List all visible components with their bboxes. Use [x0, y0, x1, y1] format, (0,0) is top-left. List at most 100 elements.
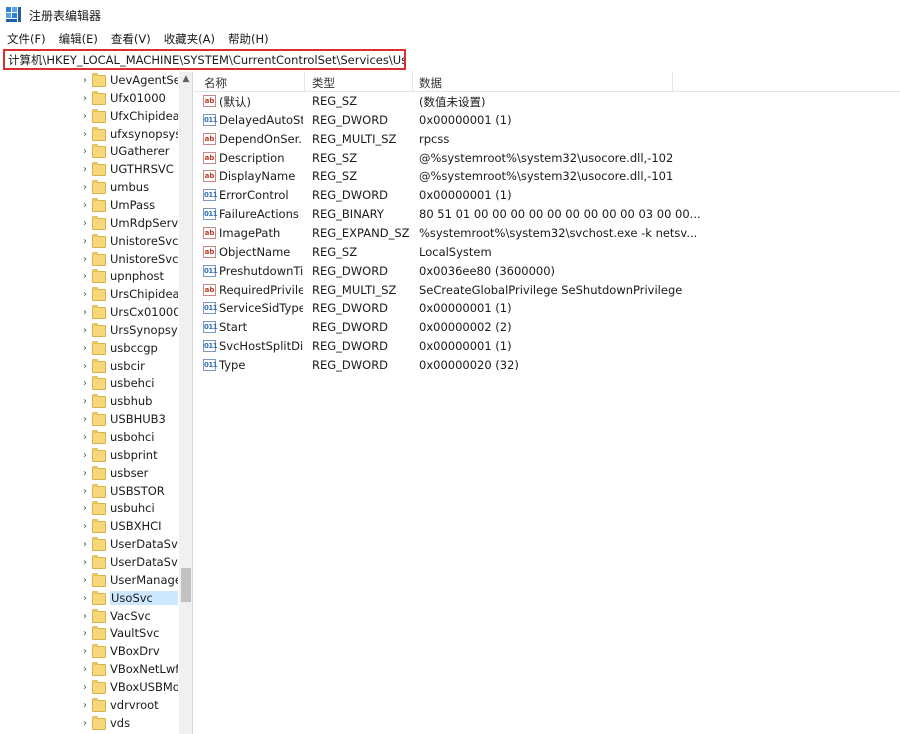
expand-chevron-icon[interactable]: ›: [80, 93, 90, 105]
value-row[interactable]: ab DependOnSer... REG_MULTI_SZ rpcss: [194, 130, 900, 148]
tree-scrollbar[interactable]: ▲: [179, 72, 192, 734]
expand-chevron-icon[interactable]: ›: [80, 200, 90, 212]
value-row[interactable]: 011 Start REG_DWORD 0x00000002 (2): [194, 318, 900, 336]
tree-item[interactable]: › ufxsynopsys: [0, 126, 180, 144]
column-divider[interactable]: [304, 72, 305, 92]
tree-item[interactable]: › UmRdpServic: [0, 215, 180, 233]
expand-chevron-icon[interactable]: ›: [80, 164, 90, 176]
tree-item[interactable]: › usbohci: [0, 429, 180, 447]
tree-item[interactable]: › UserDataSvc: [0, 536, 180, 554]
tree-item[interactable]: › usbccgp: [0, 340, 180, 358]
tree-item[interactable]: › UsoSvc: [0, 590, 180, 608]
expand-chevron-icon[interactable]: ›: [80, 414, 90, 426]
menu-help[interactable]: 帮助(H): [228, 31, 269, 47]
tree-item[interactable]: › usbser: [0, 465, 180, 483]
expand-chevron-icon[interactable]: ›: [80, 593, 90, 605]
scroll-up-icon[interactable]: ▲: [179, 72, 192, 86]
expand-chevron-icon[interactable]: ›: [80, 361, 90, 373]
value-row[interactable]: ab ImagePath REG_EXPAND_SZ %systemroot%\sys…: [194, 224, 900, 242]
tree-item[interactable]: › UrsSynopsys: [0, 322, 180, 340]
column-header-name[interactable]: 名称: [204, 75, 227, 91]
tree-item[interactable]: › vds: [0, 715, 180, 733]
expand-chevron-icon[interactable]: ›: [80, 289, 90, 301]
tree-item[interactable]: › usbuhci: [0, 500, 180, 518]
expand-chevron-icon[interactable]: ›: [80, 129, 90, 141]
expand-chevron-icon[interactable]: ›: [80, 450, 90, 462]
tree-item[interactable]: › UmPass: [0, 197, 180, 215]
tree-item[interactable]: › UrsChipidea: [0, 286, 180, 304]
tree-item[interactable]: › usbcir: [0, 358, 180, 376]
expand-chevron-icon[interactable]: ›: [80, 236, 90, 248]
column-divider[interactable]: [412, 72, 413, 92]
expand-chevron-icon[interactable]: ›: [80, 664, 90, 676]
column-header-data[interactable]: 数据: [419, 75, 442, 91]
expand-chevron-icon[interactable]: ›: [80, 575, 90, 587]
key-tree-pane[interactable]: › vds › vdrvroot › VBoxUSBMo › VBoxNetLwf › VBoxD…: [0, 72, 193, 734]
tree-item[interactable]: › UfxChipidea: [0, 108, 180, 126]
tree-item[interactable]: › VaultSvc: [0, 625, 180, 643]
tree-item[interactable]: › vdrvroot: [0, 697, 180, 715]
expand-chevron-icon[interactable]: ›: [80, 468, 90, 480]
tree-item[interactable]: › USBSTOR: [0, 483, 180, 501]
value-row[interactable]: 011 Type REG_DWORD 0x00000020 (32): [194, 356, 900, 374]
expand-chevron-icon[interactable]: ›: [80, 646, 90, 658]
tree-item[interactable]: › UevAgentSer: [0, 72, 180, 90]
value-row[interactable]: ab (默认) REG_SZ (数值未设置): [194, 92, 900, 110]
value-row[interactable]: 011 ErrorControl REG_DWORD 0x00000001 (1): [194, 186, 900, 204]
expand-chevron-icon[interactable]: ›: [80, 271, 90, 283]
expand-chevron-icon[interactable]: ›: [80, 307, 90, 319]
tree-item[interactable]: › usbehci: [0, 375, 180, 393]
value-row[interactable]: ab Description REG_SZ @%systemroot%\system3…: [194, 149, 900, 167]
tree-item[interactable]: › USBXHCI: [0, 518, 180, 536]
expand-chevron-icon[interactable]: ›: [80, 503, 90, 515]
tree-item[interactable]: › VacSvc: [0, 608, 180, 626]
tree-item[interactable]: › VBoxUSBMo: [0, 679, 180, 697]
value-row[interactable]: 011 FailureActions REG_BINARY 80 51 01 00 0…: [194, 205, 900, 223]
tree-item[interactable]: › UnistoreSvc: [0, 233, 180, 251]
expand-chevron-icon[interactable]: ›: [80, 396, 90, 408]
tree-item[interactable]: › UrsCx01000: [0, 304, 180, 322]
tree-item[interactable]: › usbhub: [0, 393, 180, 411]
expand-chevron-icon[interactable]: ›: [80, 325, 90, 337]
expand-chevron-icon[interactable]: ›: [80, 378, 90, 390]
expand-chevron-icon[interactable]: ›: [80, 111, 90, 123]
value-row[interactable]: 011DelayedAutoSt... REG_DWORD 0x00000001 (…: [194, 111, 900, 129]
expand-chevron-icon[interactable]: ›: [80, 75, 90, 87]
tree-item[interactable]: › umbus: [0, 179, 180, 197]
column-header-type[interactable]: 类型: [312, 75, 335, 91]
value-row[interactable]: abRequiredPrivile... REG_MULTI_SZ SeCreate…: [194, 281, 900, 299]
value-row[interactable]: 011SvcHostSplitDi... REG_DWORD 0x00000001 …: [194, 337, 900, 355]
tree-item[interactable]: › VBoxNetLwf: [0, 661, 180, 679]
value-row[interactable]: ab DisplayName REG_SZ @%systemroot%\system3…: [194, 167, 900, 185]
value-row[interactable]: ab ObjectName REG_SZ LocalSystem: [194, 243, 900, 261]
tree-item[interactable]: › Ufx01000: [0, 90, 180, 108]
value-row[interactable]: 011 ServiceSidType REG_DWORD 0x00000001 (1): [194, 299, 900, 317]
tree-item[interactable]: › VBoxDrv: [0, 643, 180, 661]
expand-chevron-icon[interactable]: ›: [80, 682, 90, 694]
expand-chevron-icon[interactable]: ›: [80, 521, 90, 533]
tree-item[interactable]: › UGTHRSVC: [0, 161, 180, 179]
address-bar[interactable]: 计算机\HKEY_LOCAL_MACHINE\SYSTEM\CurrentCon…: [3, 49, 406, 70]
expand-chevron-icon[interactable]: ›: [80, 343, 90, 355]
tree-item[interactable]: › usbprint: [0, 447, 180, 465]
menu-file[interactable]: 文件(F): [7, 31, 46, 47]
expand-chevron-icon[interactable]: ›: [80, 432, 90, 444]
expand-chevron-icon[interactable]: ›: [80, 254, 90, 266]
menu-favorites[interactable]: 收藏夹(A): [164, 31, 215, 47]
expand-chevron-icon[interactable]: ›: [80, 539, 90, 551]
tree-item[interactable]: › USBHUB3: [0, 411, 180, 429]
tree-item[interactable]: › UserManage: [0, 572, 180, 590]
menu-edit[interactable]: 编辑(E): [59, 31, 98, 47]
tree-item[interactable]: › upnphost: [0, 268, 180, 286]
tree-item[interactable]: › UnistoreSvc_: [0, 251, 180, 269]
tree-item[interactable]: › UserDataSvc_: [0, 554, 180, 572]
expand-chevron-icon[interactable]: ›: [80, 182, 90, 194]
expand-chevron-icon[interactable]: ›: [80, 718, 90, 730]
expand-chevron-icon[interactable]: ›: [80, 146, 90, 158]
expand-chevron-icon[interactable]: ›: [80, 557, 90, 569]
expand-chevron-icon[interactable]: ›: [80, 218, 90, 230]
scrollbar-thumb[interactable]: [181, 568, 191, 602]
expand-chevron-icon[interactable]: ›: [80, 486, 90, 498]
value-row[interactable]: 011PreshutdownTi... REG_DWORD 0x0036ee80 (…: [194, 262, 900, 280]
menu-view[interactable]: 查看(V): [111, 31, 151, 47]
